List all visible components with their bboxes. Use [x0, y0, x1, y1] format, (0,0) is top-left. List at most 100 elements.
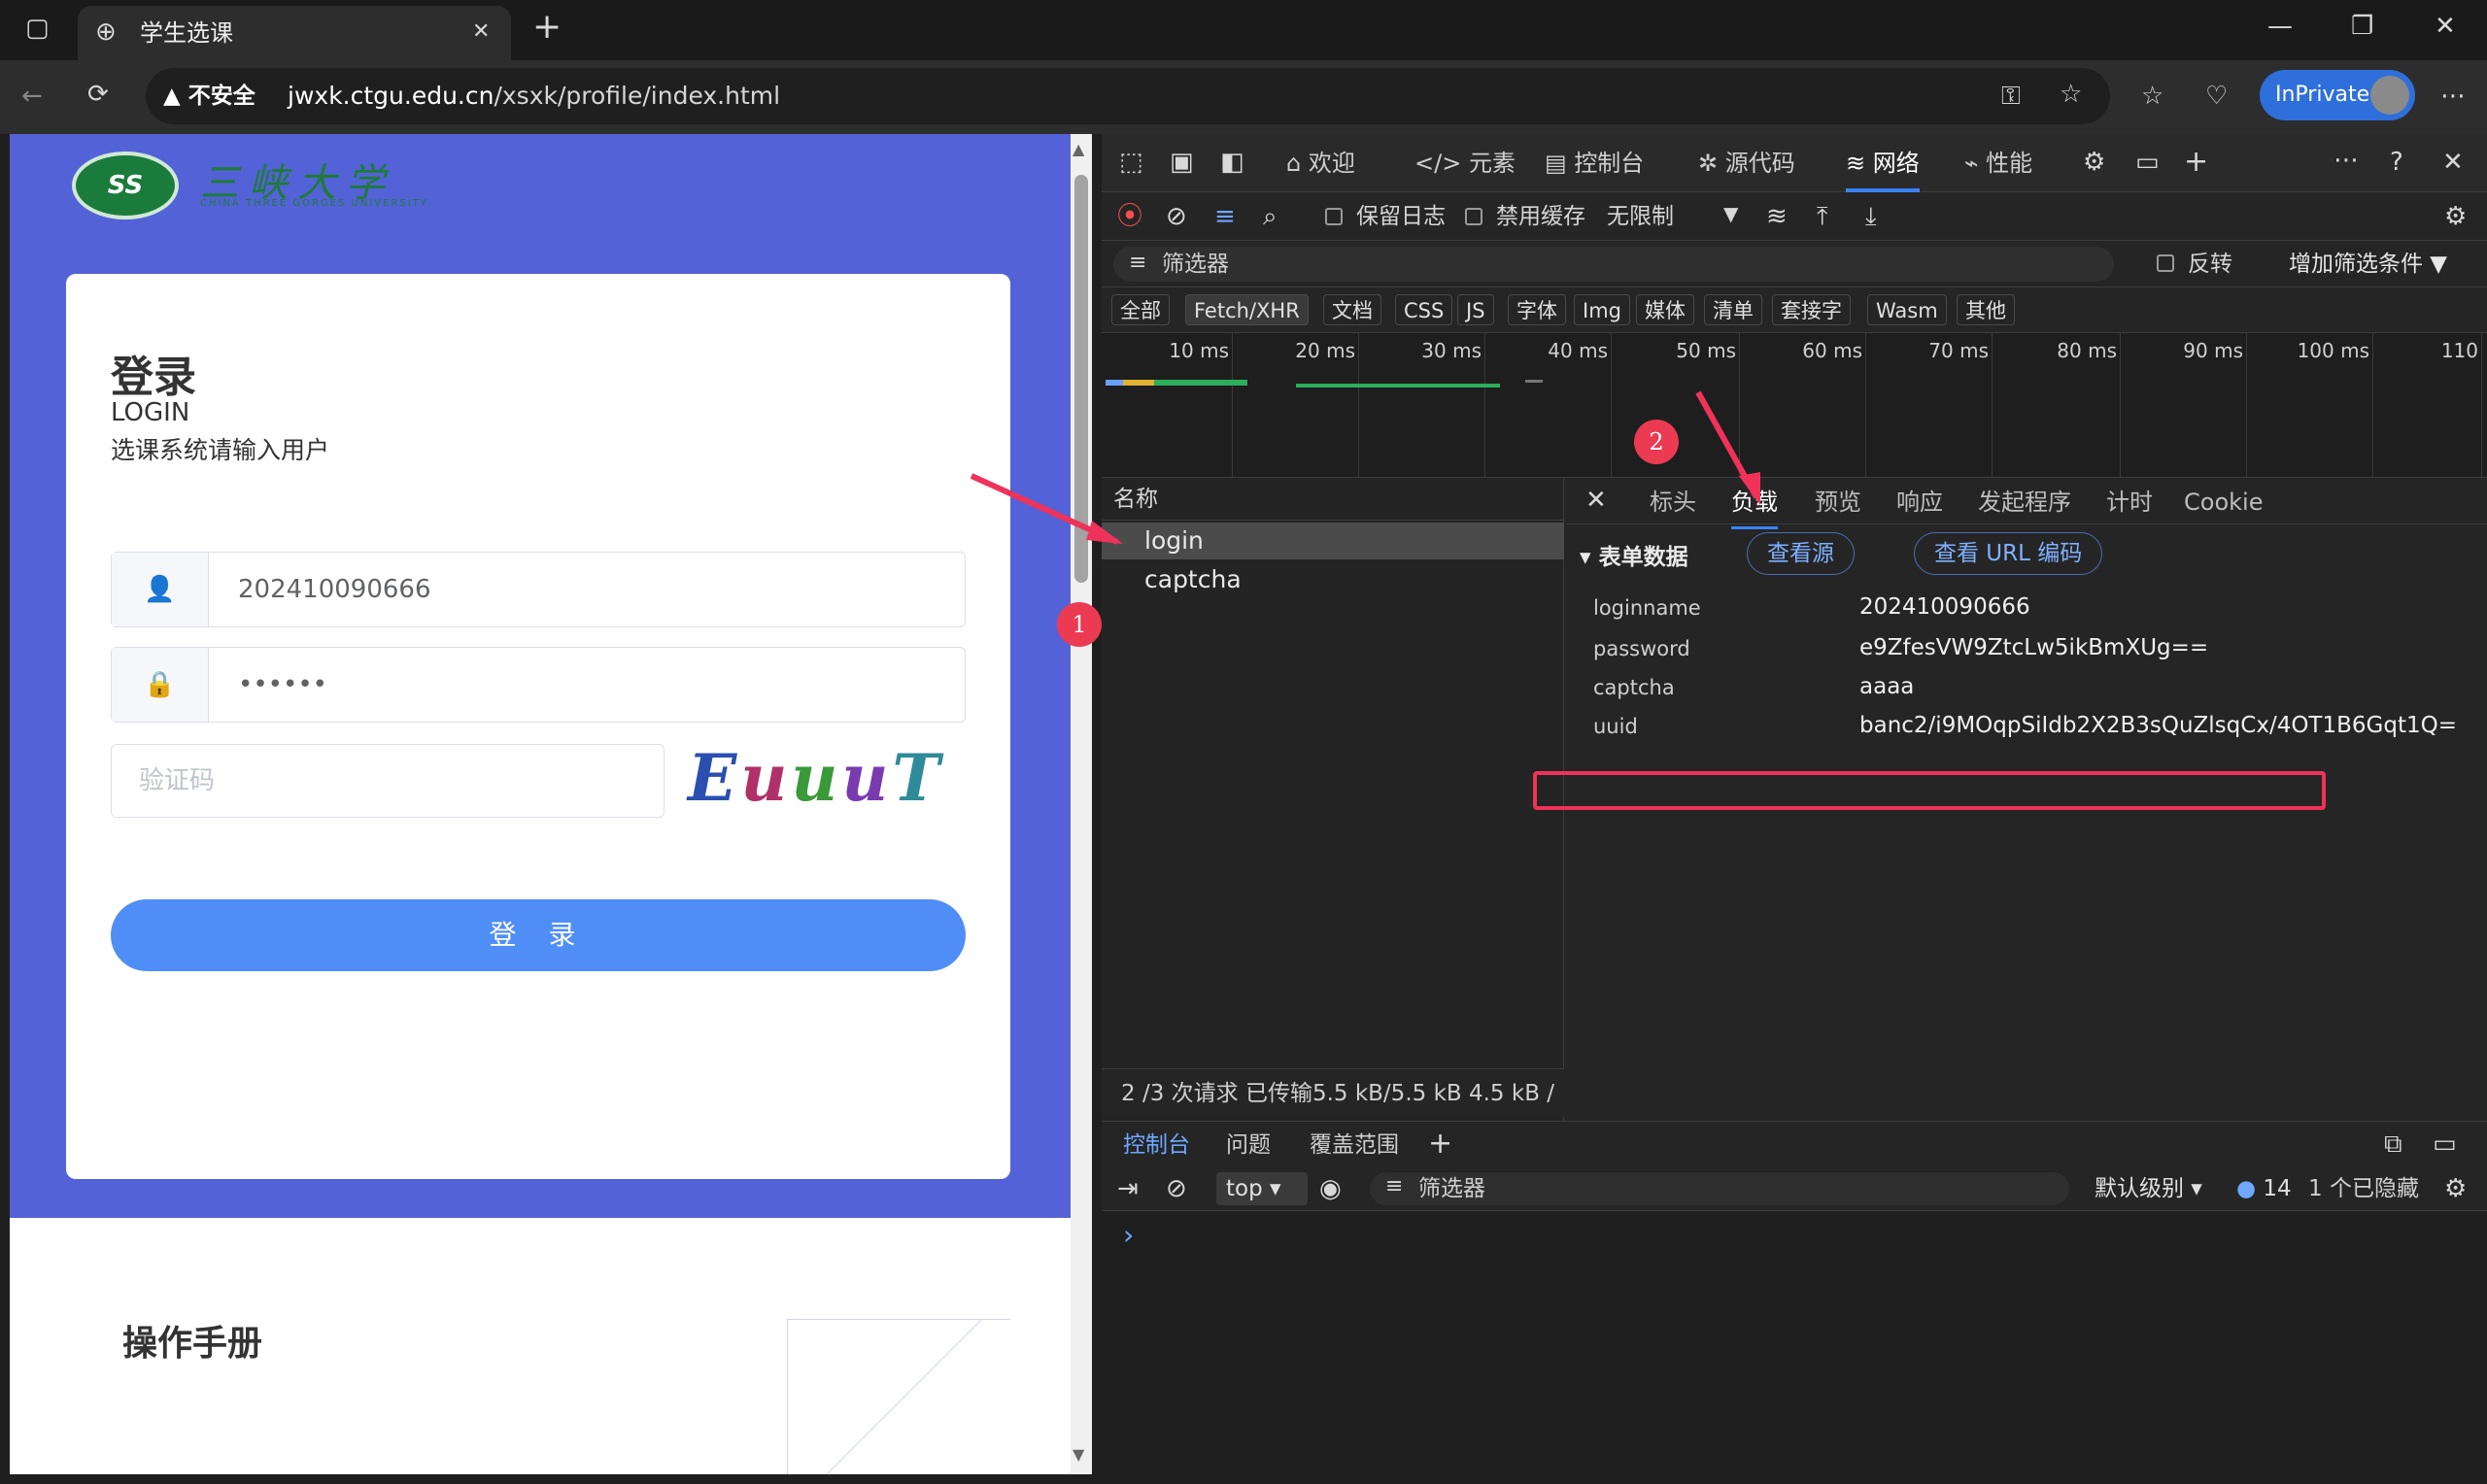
username-value[interactable]: 202410090666 [238, 553, 431, 626]
filter-css[interactable]: CSS [1395, 294, 1453, 325]
collapse-drawer-icon[interactable]: ▭ [2433, 1131, 2457, 1157]
key-icon[interactable]: ⚿ [2001, 84, 2021, 109]
filter-img[interactable]: Img [1574, 294, 1630, 325]
message-count[interactable]: ● 14 [2236, 1166, 2292, 1211]
export-har-icon[interactable]: ⤓ [1865, 204, 1877, 229]
preserve-log-checkbox[interactable] [1325, 208, 1343, 225]
filter-toggle-icon[interactable]: ≡ [1214, 204, 1236, 229]
not-secure-indicator[interactable]: ▲ 不安全 [163, 68, 256, 124]
network-settings-icon[interactable]: ⚙ [2444, 204, 2467, 229]
help-icon[interactable]: ? [2390, 150, 2403, 175]
restore-icon[interactable]: ❐ [2351, 14, 2373, 39]
sidebar-toggle-icon[interactable]: ▢ [25, 16, 50, 41]
disable-cache-checkbox[interactable] [1465, 208, 1482, 225]
new-tab-button[interactable]: + [532, 10, 562, 45]
console-settings-icon[interactable]: ⚙ [2444, 1176, 2467, 1201]
drawer-tab-coverage[interactable]: 覆盖范围 [1310, 1122, 1399, 1168]
password-value[interactable]: •••••• [238, 648, 327, 722]
back-icon[interactable]: ← [21, 84, 43, 109]
overflow-menu-icon[interactable]: ⋯ [2334, 148, 2359, 173]
tab-preview[interactable]: 预览 [1815, 478, 1861, 526]
network-filter-input[interactable]: ≡ 筛选器 [1113, 247, 2114, 282]
close-tab-icon[interactable]: ✕ [472, 21, 490, 43]
add-drawer-tab-icon[interactable]: + [1428, 1130, 1452, 1159]
application-icon[interactable]: ▭ [2135, 150, 2160, 175]
name-column-header[interactable]: 名称 [1102, 478, 1564, 521]
tab-elements[interactable]: </> 元素 [1414, 134, 1516, 192]
view-url-encoded-button[interactable]: 查看 URL 编码 [1914, 532, 2103, 575]
dock-icon[interactable]: ◧ [1220, 150, 1244, 175]
tab-welcome[interactable]: ⌂ 欢迎 [1286, 134, 1355, 192]
drawer-tab-issues[interactable]: 问题 [1226, 1122, 1271, 1168]
minimize-icon[interactable]: — [2267, 14, 2293, 39]
scroll-down-icon[interactable]: ▼ [1073, 1447, 1084, 1463]
refresh-icon[interactable]: ⟳ [87, 82, 109, 107]
record-icon[interactable]: ⦿ [1117, 204, 1142, 229]
filter-all[interactable]: 全部 [1111, 294, 1170, 325]
tab-payload[interactable]: 负载 [1731, 478, 1778, 529]
tab-timing[interactable]: 计时 [2106, 478, 2153, 526]
undock-drawer-icon[interactable]: ⧉ [2384, 1131, 2402, 1157]
filter-font[interactable]: 字体 [1508, 294, 1566, 325]
favorites-icon[interactable]: ☆ [2141, 84, 2163, 109]
throttle-select[interactable]: 无限制 [1607, 192, 1674, 241]
tab-console[interactable]: ▤ 控制台 [1545, 134, 1644, 192]
address-bar[interactable]: ▲ 不安全 jwxk.ctgu.edu.cn/xsxk/profile/inde… [146, 68, 2110, 124]
live-expression-eye-icon[interactable]: ◉ [1319, 1176, 1342, 1201]
tab-initiator[interactable]: 发起程序 [1978, 478, 2071, 526]
filter-socket[interactable]: 套接字 [1772, 294, 1851, 325]
login-button[interactable]: 登 录 [111, 899, 966, 971]
clear-icon[interactable]: ⊘ [1166, 204, 1187, 229]
captcha-image[interactable]: EuuuT [688, 740, 970, 827]
request-row-captcha[interactable]: captcha [1102, 561, 1564, 598]
import-har-icon[interactable]: ⤒ [1817, 204, 1828, 229]
close-window-icon[interactable]: ✕ [2435, 14, 2456, 39]
invert-checkbox[interactable] [2157, 254, 2174, 272]
network-overview-timeline[interactable]: 10 ms 20 ms 30 ms 40 ms 50 ms 60 ms 70 m… [1102, 332, 2487, 479]
inspect-icon[interactable]: ⬚ [1119, 150, 1143, 175]
password-field[interactable]: 🔒 •••••• [111, 647, 966, 723]
filter-doc[interactable]: 文档 [1323, 294, 1381, 325]
view-source-button[interactable]: 查看源 [1747, 532, 1855, 575]
close-detail-icon[interactable]: ✕ [1585, 488, 1607, 513]
tab-response[interactable]: 响应 [1896, 478, 1943, 526]
console-clear-icon[interactable]: ⊘ [1166, 1176, 1187, 1201]
tab-network[interactable]: ≋ 网络 [1846, 134, 1920, 192]
browser-essentials-icon[interactable]: ♡ [2205, 84, 2228, 109]
scroll-up-icon[interactable]: ▲ [1073, 142, 1084, 157]
more-filters-button[interactable]: 增加筛选条件 ▼ [2289, 241, 2447, 287]
username-field[interactable]: 👤 202410090666 [111, 552, 966, 627]
more-menu-icon[interactable]: ⋯ [2440, 84, 2466, 109]
inprivate-badge[interactable]: InPrivate [2260, 70, 2415, 120]
filter-media[interactable]: 媒体 [1636, 294, 1694, 325]
request-row-login[interactable]: login [1102, 523, 1564, 559]
filter-js[interactable]: JS [1457, 294, 1494, 325]
drawer-tab-console[interactable]: 控制台 [1123, 1122, 1190, 1171]
search-icon[interactable]: ⌕ [1263, 204, 1278, 229]
close-devtools-icon[interactable]: ✕ [2442, 150, 2464, 175]
network-conditions-icon[interactable]: ≋ [1766, 204, 1788, 229]
filter-fetch-xhr[interactable]: Fetch/XHR [1185, 294, 1309, 325]
browser-tab[interactable]: ⊕ 学生选课 ✕ [78, 6, 511, 60]
filter-manifest[interactable]: 清单 [1704, 294, 1762, 325]
context-selector[interactable]: top ▾ [1216, 1172, 1308, 1205]
console-filter-input[interactable]: ≡ 筛选器 [1370, 1172, 2069, 1205]
filter-other[interactable]: 其他 [1957, 294, 2015, 325]
tab-headers[interactable]: 标头 [1650, 478, 1696, 526]
favorite-star-icon[interactable]: ☆ [2060, 82, 2082, 107]
url-text[interactable]: jwxk.ctgu.edu.cn/xsxk/profile/index.html [288, 68, 780, 124]
tab-performance[interactable]: ⌁ 性能 [1964, 134, 2032, 192]
form-data-section[interactable]: ▾ 表单数据 [1580, 538, 1688, 571]
scroll-thumb[interactable] [1074, 175, 1088, 583]
console-sidebar-icon[interactable]: ⇥ [1117, 1176, 1139, 1201]
captcha-input[interactable]: 验证码 [111, 744, 664, 818]
throttle-dropdown-icon[interactable]: ▼ [1723, 204, 1738, 223]
filter-wasm[interactable]: Wasm [1867, 294, 1947, 325]
console-prompt[interactable]: › [1123, 1219, 1134, 1251]
page-scrollbar[interactable]: ▲ ▼ [1071, 134, 1092, 1474]
tab-sources[interactable]: ✲ 源代码 [1698, 134, 1795, 192]
more-tools-icon[interactable]: + [2184, 148, 2208, 177]
device-emulation-icon[interactable]: ▣ [1170, 150, 1194, 175]
tab-cookie[interactable]: Cookie [2184, 478, 2263, 526]
log-level-select[interactable]: 默认级别 ▾ [2095, 1166, 2202, 1211]
